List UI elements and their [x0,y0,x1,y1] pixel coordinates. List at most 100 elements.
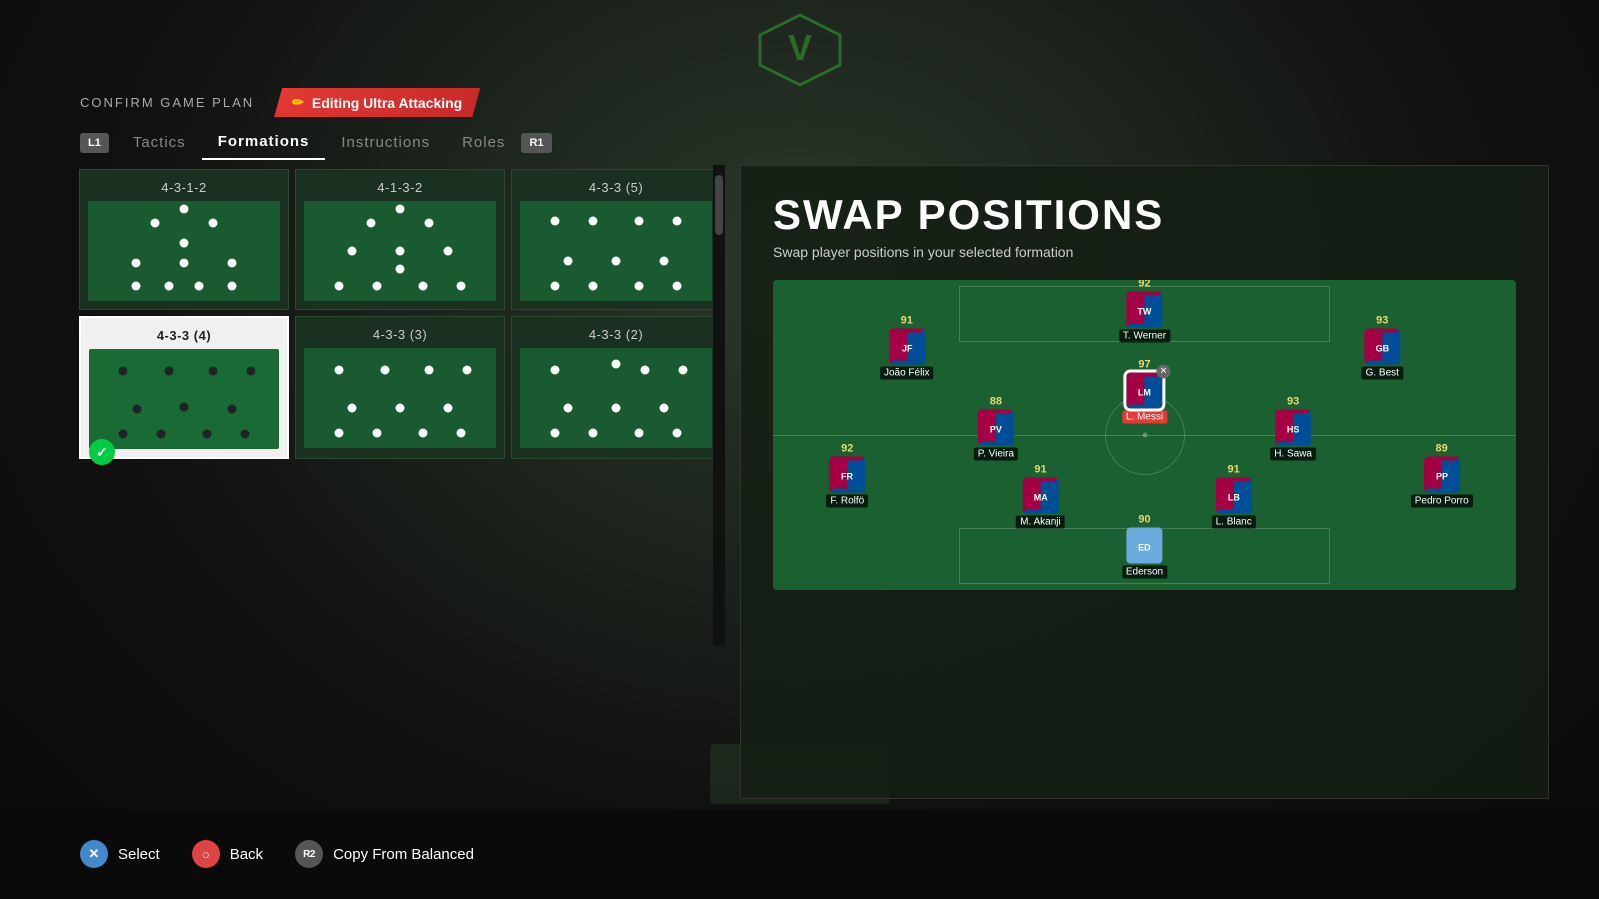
messi-rating: 97 [1138,358,1150,370]
formation-field-4332 [520,348,712,448]
player-p-vieira[interactable]: 88 PV P. Vieira [974,410,1018,461]
editing-label: Editing Ultra Attacking [312,95,462,111]
werner-rating: 92 [1138,280,1150,290]
joao-felix-jersey: JF [889,329,925,365]
l-blanc-jersey: LB [1216,478,1252,514]
formation-card-4334[interactable]: 4-3-3 (4) ✓ [79,316,289,459]
copy-action: R2 Copy From Balanced [295,840,474,868]
ederson-rating: 90 [1138,513,1150,525]
selected-checkmark: ✓ [89,439,115,465]
svg-text:HS: HS [1287,425,1300,435]
pedro-porro-name: Pedro Porro [1411,494,1473,507]
soccer-field: 92 TW T. Werner 91 JF João Félix 93 GB G… [773,280,1516,590]
select-action: ✕ Select [80,840,160,868]
formation-card-4333[interactable]: 4-3-3 (3) [295,316,505,459]
formation-card-4335[interactable]: 4-3-3 (5) [511,169,721,310]
editing-badge: ✏ Editing Ultra Attacking [274,88,480,117]
tab-roles[interactable]: Roles [446,126,521,159]
p-vieira-name: P. Vieira [974,448,1018,461]
copy-label: Copy From Balanced [333,846,474,863]
g-best-name: G. Best [1362,367,1403,380]
formation-card-4132[interactable]: 4-1-3-2 [295,169,505,310]
svg-text:LB: LB [1228,493,1240,503]
formation-label-4335: 4-3-3 (5) [520,180,712,195]
header: CONFIRM GAME PLAN ✏ Editing Ultra Attack… [80,88,1519,117]
formation-field-4335 [520,201,712,301]
player-ederson[interactable]: 90 ED Ederson [1122,527,1167,578]
svg-text:V: V [787,27,811,68]
messi-x-icon: ✕ [1156,364,1170,378]
formation-card-4312[interactable]: 4-3-1-2 [79,169,289,310]
h-sawa-rating: 93 [1287,396,1299,408]
p-vieira-rating: 88 [990,396,1002,408]
m-akanji-rating: 91 [1034,464,1046,476]
formations-grid: 4-3-1-2 4-1-3-2 [75,165,725,463]
player-h-sawa[interactable]: 93 HS H. Sawa [1270,410,1316,461]
svg-text:MA: MA [1033,493,1047,503]
formation-label-4333: 4-3-3 (3) [304,327,496,342]
f-rolfo-rating: 92 [841,442,853,454]
h-sawa-jersey: HS [1275,410,1311,446]
svg-text:TW: TW [1137,307,1151,317]
g-best-rating: 93 [1376,315,1388,327]
confirm-game-plan-label: CONFIRM GAME PLAN [80,95,254,110]
formation-label-4312: 4-3-1-2 [88,180,280,195]
l-blanc-rating: 91 [1228,464,1240,476]
pedro-porro-jersey: PP [1424,456,1460,492]
circle-button[interactable]: ○ [192,840,220,868]
ederson-jersey: ED [1127,527,1163,563]
tab-formations[interactable]: Formations [202,125,326,160]
messi-name: L. Messi [1122,410,1167,423]
messi-jersey: ✕ LM [1126,372,1162,408]
back-label: Back [230,846,263,863]
player-messi[interactable]: 97 ✕ LM L. Messi [1122,372,1167,423]
l-blanc-name: L. Blanc [1212,516,1256,529]
center-spot [1142,433,1147,438]
svg-text:PV: PV [990,425,1002,435]
player-g-best[interactable]: 93 GB G. Best [1362,329,1403,380]
svg-text:PP: PP [1436,471,1448,481]
m-akanji-name: M. Akanji [1016,516,1065,529]
p-vieira-jersey: PV [978,410,1014,446]
formation-label-4132: 4-1-3-2 [304,180,496,195]
svg-text:GB: GB [1375,344,1389,354]
werner-jersey: TW [1126,292,1162,328]
joao-felix-rating: 91 [901,315,913,327]
background-logo: V [740,10,860,90]
select-label: Select [118,846,160,863]
f-rolfo-jersey: FR [829,456,865,492]
editing-icon: ✏ [292,94,304,111]
f-rolfo-name: F. Rolfö [826,494,868,507]
back-action: ○ Back [192,840,263,868]
formation-label-4334: 4-3-3 (4) [89,328,279,343]
formation-label-4332: 4-3-3 (2) [520,327,712,342]
swap-positions-subtitle: Swap player positions in your selected f… [773,244,1516,260]
scroll-thumb[interactable] [715,175,723,235]
swap-positions-panel: SWAP POSITIONS Swap player positions in … [740,165,1549,799]
g-best-jersey: GB [1364,329,1400,365]
tab-instructions[interactable]: Instructions [325,126,446,159]
h-sawa-name: H. Sawa [1270,448,1316,461]
player-f-rolfo[interactable]: 92 FR F. Rolfö [826,456,868,507]
player-pedro-porro[interactable]: 89 PP Pedro Porro [1411,456,1473,507]
r1-button[interactable]: R1 [521,133,551,153]
l1-button[interactable]: L1 [80,133,109,153]
formation-card-4332[interactable]: 4-3-3 (2) [511,316,721,459]
player-joao-felix[interactable]: 91 JF João Félix [880,329,934,380]
svg-text:LM: LM [1138,387,1151,397]
swap-positions-title: SWAP POSITIONS [773,194,1516,236]
r2-button[interactable]: R2 [295,840,323,868]
player-m-akanji[interactable]: 91 MA M. Akanji [1016,478,1065,529]
svg-text:ED: ED [1138,542,1151,552]
m-akanji-jersey: MA [1022,478,1058,514]
player-l-blanc[interactable]: 91 LB L. Blanc [1212,478,1256,529]
pedro-porro-rating: 89 [1436,442,1448,454]
formation-field-4132 [304,201,496,301]
formation-field-4333 [304,348,496,448]
scroll-divider [713,165,725,645]
player-werner[interactable]: 92 TW T. Werner [1119,292,1170,343]
cross-button[interactable]: ✕ [80,840,108,868]
tab-tactics[interactable]: Tactics [117,126,202,159]
bottom-bar: ✕ Select ○ Back R2 Copy From Balanced [0,809,1599,899]
ederson-name: Ederson [1122,565,1167,578]
